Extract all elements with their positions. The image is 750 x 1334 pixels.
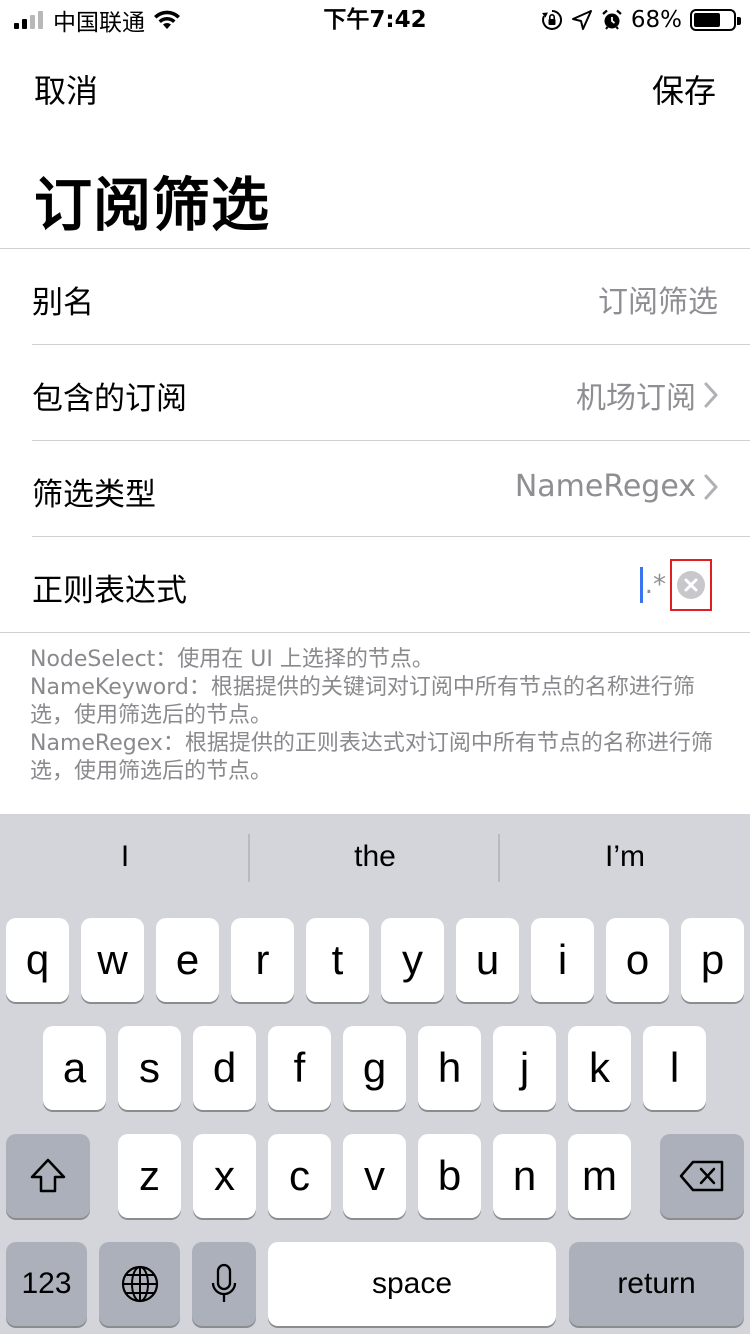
key-c[interactable]: c [268,1134,331,1218]
key-b[interactable]: b [418,1134,481,1218]
globe-icon [121,1265,158,1303]
chevron-right-icon [704,474,718,499]
key-w[interactable]: w [81,918,144,1002]
orientation-lock-icon [541,9,562,30]
suggestion-2[interactable]: the [250,832,500,882]
help-name-keyword: NameKeyword：根据提供的关键词对订阅中所有节点的名称进行筛选，使用筛选… [30,675,695,728]
key-s[interactable]: s [118,1026,181,1110]
filter-type-value-wrap: NameRegex [515,469,718,504]
alias-placeholder: 订阅筛选 [598,285,718,320]
subscription-label: 包含的订阅 [32,381,187,417]
suggestion-bar: I the I’m [0,814,750,914]
location-icon [571,10,592,30]
cancel-button[interactable]: 取消 [34,66,98,112]
key-m[interactable]: m [568,1134,631,1218]
filter-type-row[interactable]: 筛选类型 NameRegex [0,441,750,537]
regex-label: 正则表达式 [32,573,187,609]
key-k[interactable]: k [568,1026,631,1110]
help-text: NodeSelect：使用在 UI 上选择的节点。 NameKeyword：根据… [30,646,720,786]
regex-value: .* [644,570,666,600]
status-bar: 中国联通 下午7:42 68% [0,0,750,40]
key-o[interactable]: o [606,918,669,1002]
key-f[interactable]: f [268,1026,331,1110]
alias-row[interactable]: 别名 订阅筛选 [0,249,750,345]
backspace-icon [679,1160,724,1192]
return-key[interactable]: return [569,1242,744,1326]
save-button[interactable]: 保存 [652,66,716,112]
divider [0,632,750,633]
space-key[interactable]: space [268,1242,556,1326]
alias-input[interactable]: 订阅筛选 [598,277,718,321]
key-a[interactable]: a [43,1026,106,1110]
text-cursor [639,567,643,603]
filter-type-label: 筛选类型 [32,477,156,513]
navigation-bar: 取消 保存 [0,58,750,114]
key-n[interactable]: n [493,1134,556,1218]
help-name-regex: NameRegex：根据提供的正则表达式对订阅中所有节点的名称进行筛选，使用筛选… [30,731,713,784]
key-q[interactable]: q [6,918,69,1002]
suggestion-1[interactable]: I [0,832,250,882]
globe-key[interactable] [99,1242,180,1326]
key-h[interactable]: h [418,1026,481,1110]
battery-icon [690,9,741,31]
shift-key[interactable] [6,1134,90,1218]
key-p[interactable]: p [681,918,744,1002]
keyboard: I the I’m q w e r t y u i o p a s d f g … [0,814,750,1334]
regex-row[interactable]: 正则表达式 .* [0,537,750,633]
regex-input[interactable]: .* [639,557,712,613]
key-e[interactable]: e [156,918,219,1002]
key-u[interactable]: u [456,918,519,1002]
key-i[interactable]: i [531,918,594,1002]
key-l[interactable]: l [643,1026,706,1110]
subscription-row[interactable]: 包含的订阅 机场订阅 [0,345,750,441]
alarm-icon [602,9,622,30]
help-node-select: NodeSelect：使用在 UI 上选择的节点。 [30,647,434,672]
delete-key[interactable] [660,1134,744,1218]
dictation-key[interactable] [192,1242,256,1326]
key-y[interactable]: y [381,918,444,1002]
page-title: 订阅筛选 [34,171,271,239]
key-r[interactable]: r [231,918,294,1002]
battery-level [694,13,720,27]
filter-type-value: NameRegex [514,469,696,504]
key-v[interactable]: v [343,1134,406,1218]
alias-label: 别名 [32,285,94,321]
shift-icon [30,1158,66,1193]
numbers-key[interactable]: 123 [6,1242,87,1326]
battery-percentage: 68% [630,7,682,33]
clear-icon [677,571,705,599]
subscription-value-wrap: 机场订阅 [576,373,718,417]
subscription-value: 机场订阅 [576,381,696,416]
key-g[interactable]: g [343,1026,406,1110]
status-right: 68% [541,4,741,36]
suggestion-3[interactable]: I’m [500,832,750,882]
microphone-icon [211,1263,237,1302]
chevron-right-icon [704,382,718,408]
key-j[interactable]: j [493,1026,556,1110]
key-d[interactable]: d [193,1026,256,1110]
key-x[interactable]: x [193,1134,256,1218]
clear-text-button[interactable] [670,559,712,611]
key-z[interactable]: z [118,1134,181,1218]
key-t[interactable]: t [306,918,369,1002]
